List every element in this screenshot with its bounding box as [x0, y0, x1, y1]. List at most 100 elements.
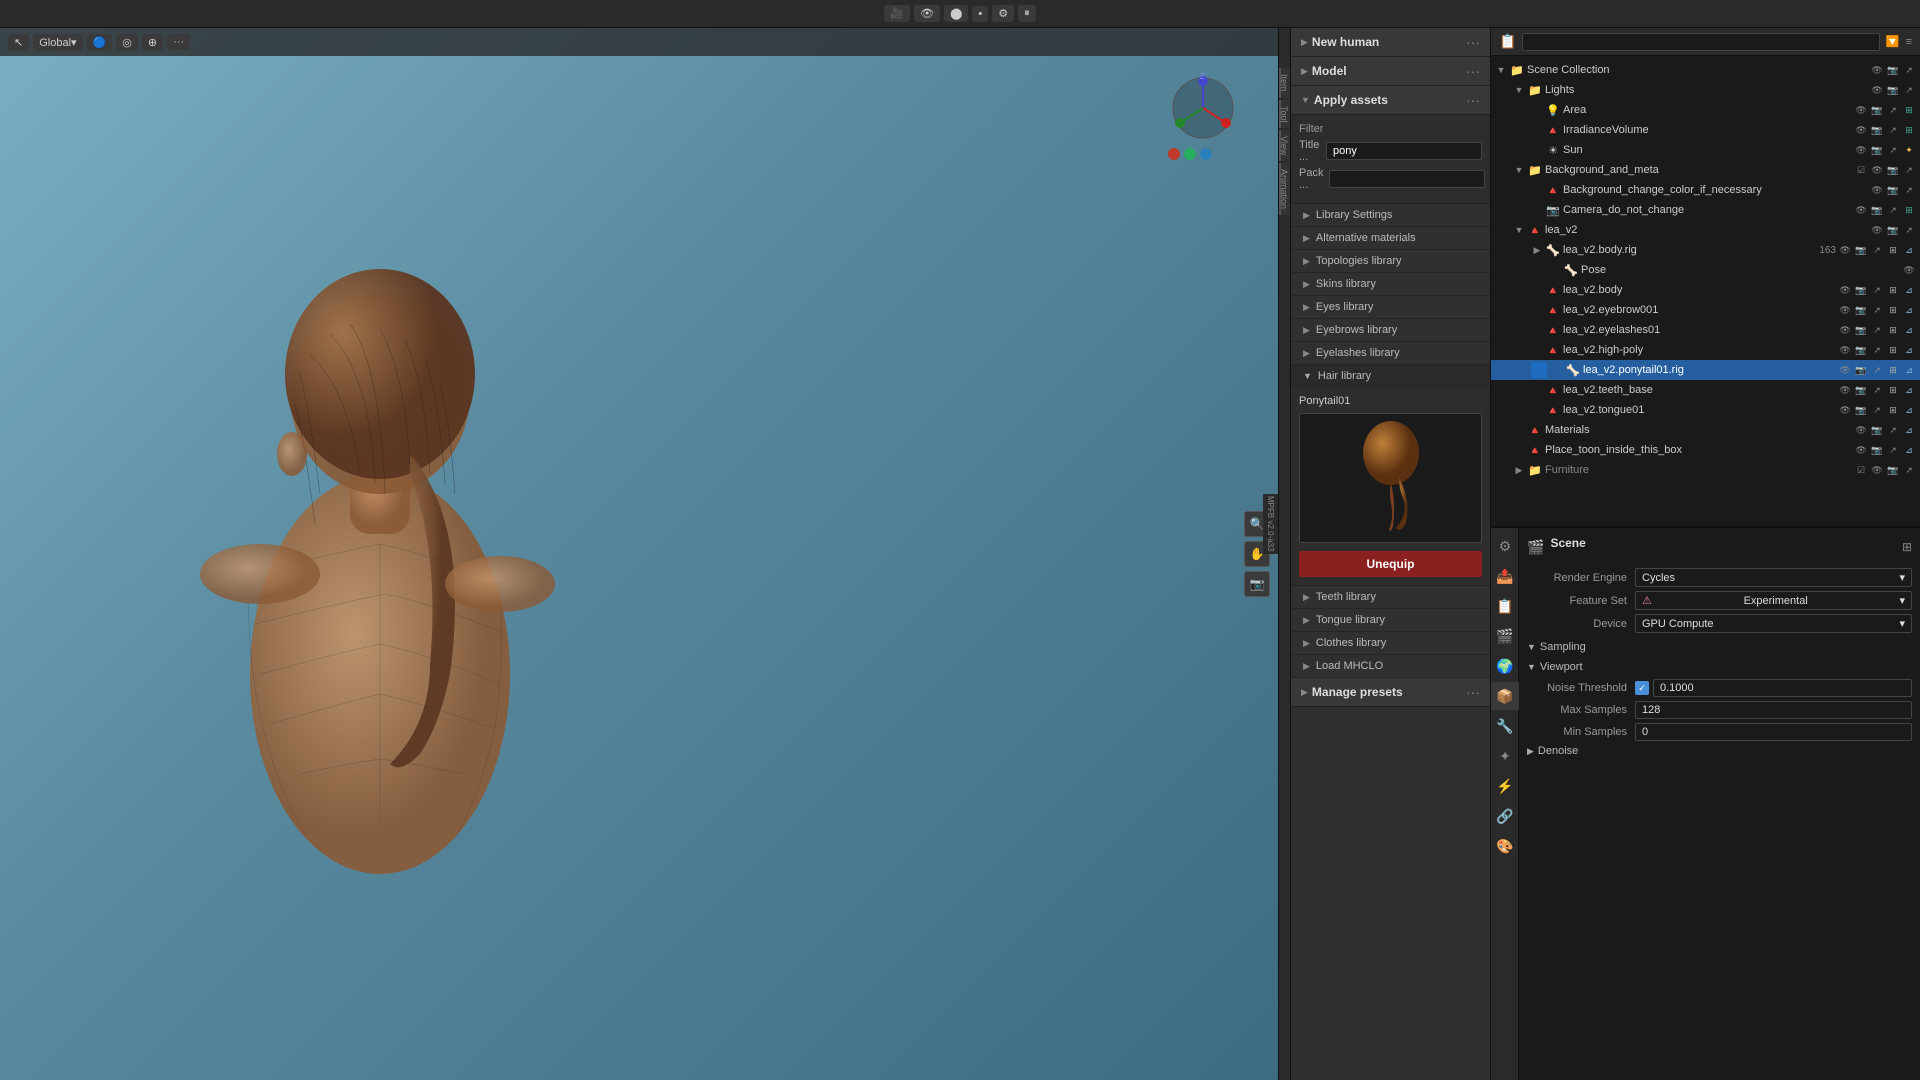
bg-color-item[interactable]: 🔺 Background_change_color_if_necessary 👁…	[1491, 180, 1920, 200]
pack-filter-input[interactable]	[1329, 170, 1485, 188]
scene-collection-expand[interactable]: ▼	[1495, 64, 1507, 76]
materials-render[interactable]: 📷	[1870, 423, 1884, 437]
eyebrow-vis[interactable]: 👁	[1838, 303, 1852, 317]
tongue-vis[interactable]: 👁	[1838, 403, 1852, 417]
lea-v2-sel[interactable]: ↗	[1902, 223, 1916, 237]
ponytail-vis[interactable]: 👁	[1838, 363, 1852, 377]
lea-v2-vis[interactable]: 👁	[1870, 223, 1884, 237]
new-human-header[interactable]: ▶ New human ···	[1291, 28, 1490, 57]
pause-btn[interactable]: ⏸	[1018, 5, 1036, 22]
load-mhclo-item[interactable]: ▶ Load MHCLO	[1291, 655, 1490, 678]
lea-body-sel[interactable]: ↗	[1870, 283, 1884, 297]
teeth-item[interactable]: 🔺 lea_v2.teeth_base 👁 📷 ↗ ⊞ ⊿	[1491, 380, 1920, 400]
lea-v2-render[interactable]: 📷	[1886, 223, 1900, 237]
output-props-icon[interactable]: 📤	[1491, 562, 1519, 590]
eyebrow-render[interactable]: 📷	[1854, 303, 1868, 317]
gizmo-widget[interactable]: Z	[1168, 73, 1238, 143]
irradiance-render[interactable]: 📷	[1870, 123, 1884, 137]
eyebrow-sel[interactable]: ↗	[1870, 303, 1884, 317]
tongue-library-item[interactable]: ▶ Tongue library	[1291, 609, 1490, 632]
apply-assets-options[interactable]: ···	[1466, 92, 1480, 108]
camera-btn[interactable]: 📷	[1244, 571, 1270, 597]
material-props-icon[interactable]: 🎨	[1491, 832, 1519, 860]
bg-meta-expand[interactable]: ▼	[1513, 164, 1525, 176]
eyebrows-library-item[interactable]: ▶ Eyebrows library	[1291, 319, 1490, 342]
camera-item[interactable]: 📷 Camera_do_not_change 👁 📷 ↗ ⊞	[1491, 200, 1920, 220]
bg-select[interactable]: ↗	[1902, 163, 1916, 177]
area-render[interactable]: 📷	[1870, 103, 1884, 117]
view-layer-icon[interactable]: 📋	[1491, 592, 1519, 620]
furniture-vis2[interactable]: 👁	[1870, 463, 1884, 477]
high-poly-vis[interactable]: 👁	[1838, 343, 1852, 357]
scene-collection-item[interactable]: ▼ 📁 Scene Collection 👁 📷 ↗	[1491, 60, 1920, 80]
lea-v2-expand[interactable]: ▼	[1513, 224, 1525, 236]
high-poly-sel[interactable]: ↗	[1870, 343, 1884, 357]
world-props-icon[interactable]: 🌍	[1491, 652, 1519, 680]
irradiance-visibility[interactable]: 👁	[1854, 123, 1868, 137]
irradiance-select[interactable]: ↗	[1886, 123, 1900, 137]
lea-v2-item[interactable]: ▼ 🔺 lea_v2 👁 📷 ↗	[1491, 220, 1920, 240]
tab-view[interactable]: View	[1279, 130, 1290, 161]
tab-tool[interactable]: Tool	[1279, 100, 1290, 129]
skins-library-item[interactable]: ▶ Skins library	[1291, 273, 1490, 296]
select-mode-btn[interactable]: ↖	[8, 34, 29, 51]
filter-icon[interactable]: 🔽	[1886, 35, 1900, 48]
clothes-library-item[interactable]: ▶ Clothes library	[1291, 632, 1490, 655]
furniture-vis[interactable]: ☑	[1854, 463, 1868, 477]
camera-render[interactable]: 📷	[1870, 203, 1884, 217]
lights-select[interactable]: ↗	[1902, 83, 1916, 97]
furniture-item[interactable]: ▶ 📁 Furniture ☑ 👁 📷 ↗	[1491, 460, 1920, 480]
lights-visibility[interactable]: 👁	[1870, 83, 1884, 97]
noise-threshold-value[interactable]: 0.1000	[1653, 679, 1912, 697]
toon-box-sel[interactable]: ↗	[1886, 443, 1900, 457]
bg-color-render[interactable]: 📷	[1886, 183, 1900, 197]
camera-sel[interactable]: ↗	[1886, 203, 1900, 217]
select-icon[interactable]: ↗	[1902, 63, 1916, 77]
pose-vis[interactable]: 👁	[1902, 263, 1916, 277]
camera-vis[interactable]: 👁	[1854, 203, 1868, 217]
unequip-button[interactable]: Unequip	[1299, 551, 1482, 577]
max-samples-value[interactable]: 128	[1635, 701, 1912, 719]
eyes-library-item[interactable]: ▶ Eyes library	[1291, 296, 1490, 319]
lights-render[interactable]: 📷	[1886, 83, 1900, 97]
materials-item[interactable]: 🔺 Materials 👁 📷 ↗ ⊿	[1491, 420, 1920, 440]
bg-color-sel[interactable]: ↗	[1902, 183, 1916, 197]
ponytail-sel[interactable]: ↗	[1870, 363, 1884, 377]
scene-options[interactable]: ⊞	[1902, 540, 1912, 554]
viewport-sampling-header[interactable]: ▼ Viewport	[1527, 661, 1912, 673]
body-rig-sel[interactable]: ↗	[1870, 243, 1884, 257]
gear-btn[interactable]: ⚙	[992, 5, 1014, 22]
camera-mode-btn[interactable]: 🎥	[884, 5, 910, 22]
toon-box-vis[interactable]: 👁	[1854, 443, 1868, 457]
new-human-options[interactable]: ···	[1466, 34, 1480, 50]
model-header[interactable]: ▶ Model ···	[1291, 57, 1490, 86]
outliner-options[interactable]: ≡	[1906, 36, 1912, 48]
render-props-icon[interactable]: ⚙	[1491, 532, 1519, 560]
ponytail-rig-item[interactable]: 🦴 lea_v2.ponytail01.rig 👁 📷 ↗ ⊞ ⊿	[1491, 360, 1920, 380]
tab-animation[interactable]: Animation	[1279, 163, 1290, 215]
alternative-materials-item[interactable]: ▶ Alternative materials	[1291, 227, 1490, 250]
high-poly-render[interactable]: 📷	[1854, 343, 1868, 357]
teeth-sel[interactable]: ↗	[1870, 383, 1884, 397]
high-poly-item[interactable]: 🔺 lea_v2.high-poly 👁 📷 ↗ ⊞ ⊿	[1491, 340, 1920, 360]
body-rig-expand[interactable]: ▶	[1531, 244, 1543, 256]
denoise-header[interactable]: ▶ Denoise	[1527, 745, 1912, 757]
min-samples-value[interactable]: 0	[1635, 723, 1912, 741]
sun-render[interactable]: 📷	[1870, 143, 1884, 157]
lea-body-render[interactable]: 📷	[1854, 283, 1868, 297]
ponytail-render[interactable]: 📷	[1854, 363, 1868, 377]
eye-btn[interactable]: 👁	[914, 5, 940, 22]
apply-assets-header[interactable]: ▼ Apply assets ···	[1291, 86, 1490, 115]
toon-box-render[interactable]: 📷	[1870, 443, 1884, 457]
eyelashes-render[interactable]: 📷	[1854, 323, 1868, 337]
pose-item[interactable]: 🦴 Pose 👁	[1491, 260, 1920, 280]
topologies-library-item[interactable]: ▶ Topologies library	[1291, 250, 1490, 273]
feature-set-dropdown[interactable]: ⚠ Experimental ▾	[1635, 591, 1912, 610]
viewport[interactable]: ↖ Global▾ 🔵 ◎ ⊕ ···	[0, 28, 1278, 1080]
hair-library-header[interactable]: ▼ Hair library	[1291, 365, 1490, 387]
modifier-props-icon[interactable]: 🔧	[1491, 712, 1519, 740]
tongue-sel[interactable]: ↗	[1870, 403, 1884, 417]
manage-presets-header[interactable]: ▶ Manage presets ···	[1291, 678, 1490, 707]
eyelashes-vis[interactable]: 👁	[1838, 323, 1852, 337]
body-rig-item[interactable]: ▶ 🦴 lea_v2.body.rig 163 👁 📷 ↗ ⊞ ⊿	[1491, 240, 1920, 260]
